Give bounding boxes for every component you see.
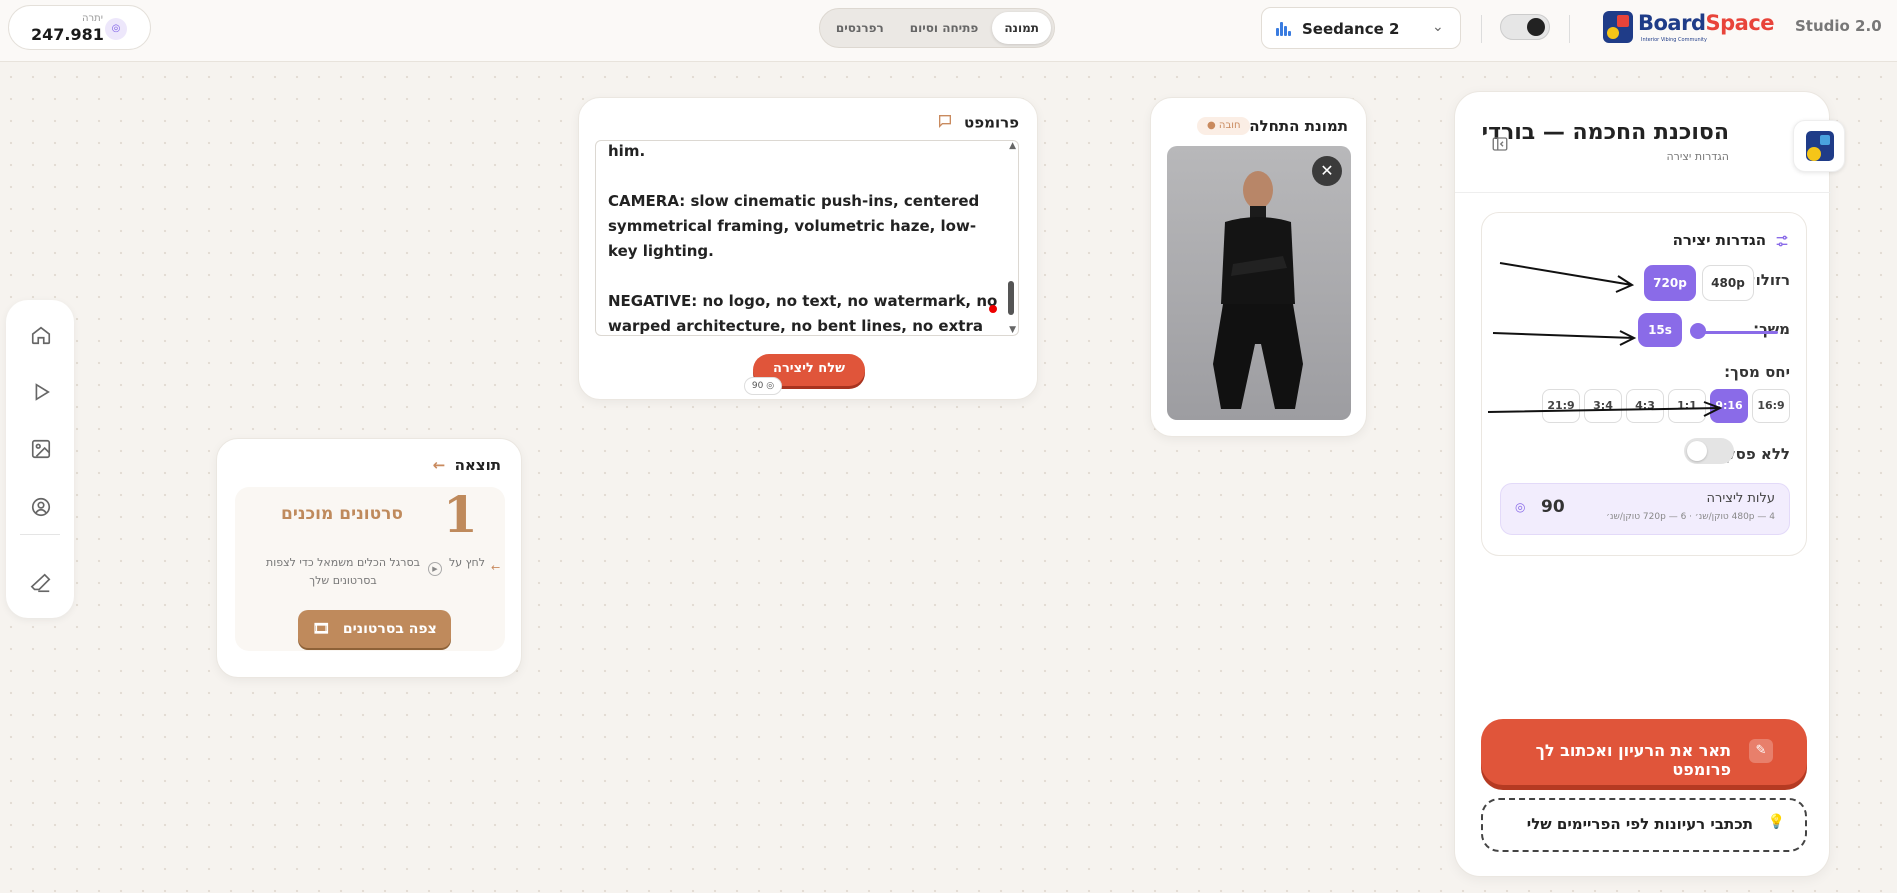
divider	[1569, 15, 1570, 43]
ratio-label: יחס מסך:	[1724, 363, 1790, 381]
play-icon: ▶	[428, 562, 442, 576]
collapse-panel-icon[interactable]	[1491, 135, 1509, 157]
ratio-21-9[interactable]: 21:9	[1542, 389, 1580, 423]
divider	[1481, 15, 1482, 43]
agent-title: הסוכנת החכמה — בורדי	[1481, 120, 1729, 145]
person-photo	[1213, 171, 1303, 409]
ratio-16-9[interactable]: 16:9	[1752, 389, 1790, 423]
result-title: תוצאה ←	[432, 456, 501, 474]
tab-start-end[interactable]: פתיחה וסיום	[898, 12, 991, 44]
model-name: Seedance 2	[1302, 20, 1400, 38]
image-icon[interactable]	[30, 438, 52, 460]
settings-section: הגדרות יצירה רזולוציה: 720p 480p משך: 15…	[1481, 212, 1807, 556]
watch-videos-button[interactable]: צפה בסרטונים 🎞	[298, 610, 451, 648]
resolution-480p[interactable]: 480p	[1702, 265, 1754, 301]
ratio-9-16[interactable]: 9:16	[1710, 389, 1748, 423]
arrow-left-icon: ←	[432, 456, 446, 474]
start-image-thumbnail[interactable]: ✕	[1167, 146, 1351, 420]
duration-value: 15s	[1638, 313, 1682, 347]
arrow-left-icon: ←	[491, 561, 501, 574]
agent-subtitle: הגדרות יצירה	[1666, 150, 1730, 163]
tab-references[interactable]: רפרנסים	[824, 12, 896, 44]
result-card: תוצאה ← 1 סרטונים מוכנים לחץ על ▶ ← בסרג…	[216, 438, 522, 678]
boardspace-logo: BoardSpace Interior Vibing Community	[1603, 9, 1775, 47]
settings-title: הגדרות יצירה	[1672, 231, 1766, 249]
logo-subtitle: Interior Vibing Community	[1641, 37, 1707, 43]
cost-value: 90	[1541, 497, 1565, 517]
send-cost-badge: 90 ◎	[744, 377, 782, 395]
lightbulb-icon: 💡	[1767, 814, 1785, 830]
no-audio-switch[interactable]	[1684, 438, 1734, 464]
resolution-720p[interactable]: 720p	[1644, 265, 1696, 301]
divider	[1455, 192, 1831, 193]
scroll-down-arrow[interactable]: ▼	[1009, 325, 1016, 335]
user-icon[interactable]	[30, 496, 52, 518]
coin-icon: ◎	[105, 18, 127, 40]
mode-tabs: תמונה פתיחה וסיום רפרנסים	[819, 8, 1055, 48]
pencil-icon: ✎	[1749, 739, 1773, 763]
credit-balance[interactable]: יתרה 247.981 ◎	[8, 5, 151, 50]
model-selector[interactable]: Seedance 2 ⌄	[1261, 7, 1461, 49]
studio-version: Studio 2.0	[1795, 17, 1882, 35]
ratio-3-4[interactable]: 3:4	[1584, 389, 1622, 423]
agent-avatar	[1793, 120, 1845, 172]
ready-label: סרטונים מוכנים	[281, 504, 403, 524]
logo-text-board: Board	[1638, 11, 1706, 35]
home-icon[interactable]	[30, 324, 52, 346]
result-summary: 1 סרטונים מוכנים לחץ על ▶ ← בסרגל הכלים …	[235, 485, 505, 651]
left-toolbar	[6, 300, 74, 618]
sliders-icon	[1774, 233, 1790, 253]
prompt-textarea[interactable]: him. CAMERA: slow cinematic push-ins, ce…	[595, 140, 1019, 336]
scrollbar-thumb[interactable]	[1008, 281, 1014, 315]
ratio-4-3[interactable]: 4:3	[1626, 389, 1664, 423]
frame-ideas-button[interactable]: תכתבי רעיונות לפי הפריימים שלי 💡	[1481, 798, 1807, 852]
hint-click: לחץ על	[448, 556, 485, 569]
coin-icon: ◎	[1515, 500, 1526, 514]
logo-mark-icon	[1603, 11, 1633, 43]
credit-label: יתרה	[82, 13, 103, 24]
prompt-title: פרומפט	[937, 113, 1019, 133]
theme-toggle[interactable]	[1500, 14, 1550, 40]
divider	[20, 534, 60, 535]
prompt-text: him. CAMERA: slow cinematic push-ins, ce…	[608, 142, 998, 335]
cost-title: עלות ליצירה	[1706, 491, 1776, 506]
logo-text-space: Space	[1705, 11, 1775, 35]
tab-image[interactable]: תמונה	[992, 12, 1051, 44]
hint-toolbar: בסרגל הכלים משמאל כדי לצפות בסרטונים שלך	[266, 556, 420, 587]
cost-detail: 4 — 480p טוקן/שנ׳ · 6 — 720p טוקן/שנ׳	[1606, 512, 1775, 522]
play-icon[interactable]	[30, 381, 52, 403]
cost-box: עלות ליצירה 4 — 480p טוקן/שנ׳ · 6 — 720p…	[1500, 483, 1790, 535]
ratio-1-1[interactable]: 1:1	[1668, 389, 1706, 423]
ready-count: 1	[443, 485, 478, 544]
credit-value: 247.981	[31, 25, 104, 44]
model-bars-icon	[1276, 22, 1292, 36]
chat-icon	[937, 113, 953, 133]
film-icon: 🎞	[312, 621, 331, 637]
eraser-icon[interactable]	[30, 572, 52, 594]
settings-panel: הסוכנת החכמה — בורדי הגדרות יצירה הגדרות…	[1454, 91, 1845, 877]
scroll-up-arrow[interactable]: ▲	[1009, 141, 1016, 151]
describe-idea-button[interactable]: תאר את הרעיון ואכתוב לך פרומפט ✎	[1481, 719, 1807, 785]
top-bar: יתרה 247.981 ◎ תמונה פתיחה וסיום רפרנסים…	[0, 0, 1897, 62]
duration-label: משך:	[1753, 320, 1790, 338]
remove-image-button[interactable]: ✕	[1312, 156, 1342, 186]
duration-slider-knob[interactable]	[1690, 323, 1706, 339]
prompt-card: פרומפט him. CAMERA: slow cinematic push-…	[578, 97, 1038, 400]
chevron-down-icon: ⌄	[1432, 19, 1444, 35]
required-badge: חובה ●	[1197, 117, 1251, 135]
cursor-dot	[989, 305, 997, 313]
duration-slider-track[interactable]	[1698, 331, 1778, 334]
start-image-card: תמונת התחלה חובה ● ✕	[1150, 97, 1367, 437]
start-image-title: תמונת התחלה	[1249, 117, 1348, 135]
